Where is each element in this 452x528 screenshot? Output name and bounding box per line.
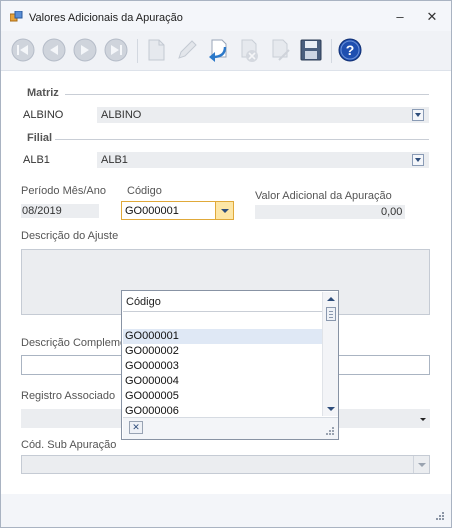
cancel-icon — [272, 39, 290, 61]
periodo-label: Período Mês/Ano — [21, 185, 106, 197]
filial-group-label: Filial — [27, 132, 53, 144]
edit-icon — [178, 40, 197, 59]
title-bar: Valores Adicionais da Apuração – ✕ — [1, 1, 451, 31]
undo-icon — [209, 39, 227, 62]
matriz-code: ALBINO — [23, 109, 64, 121]
toolbar: ? — [1, 31, 451, 71]
help-button[interactable]: ? — [336, 36, 364, 64]
matriz-group-label: Matriz — [27, 87, 59, 99]
list-item[interactable]: GO000004 — [123, 374, 322, 389]
filial-dropdown-icon[interactable] — [412, 154, 424, 166]
list-item[interactable]: GO000001 — [123, 329, 322, 344]
undo-button[interactable] — [204, 36, 232, 64]
cancel-button[interactable] — [266, 36, 294, 64]
svg-text:?: ? — [346, 42, 355, 58]
matriz-dropdown-icon[interactable] — [412, 109, 424, 121]
last-record-button[interactable] — [102, 36, 130, 64]
delete-icon — [241, 39, 258, 62]
cod-sub-apuracao-select[interactable] — [21, 455, 430, 474]
codigo-value: GO000001 — [125, 205, 179, 217]
list-item[interactable]: GO000005 — [123, 389, 322, 404]
periodo-value: 08/2019 — [22, 205, 62, 217]
filial-select[interactable] — [97, 152, 429, 168]
codigo-lookup-popup: Código GO000001 GO000002 GO000003 GO0000… — [121, 290, 339, 440]
matriz-select[interactable] — [97, 107, 429, 123]
cod-sub-apuracao-dropdown-button[interactable] — [413, 456, 429, 473]
minimize-button[interactable]: – — [389, 8, 411, 26]
delete-button[interactable] — [235, 36, 263, 64]
first-record-button[interactable] — [9, 36, 37, 64]
resize-grip-icon[interactable] — [326, 427, 335, 436]
descricao-ajuste-label: Descrição do Ajuste — [21, 230, 119, 242]
form-content: Matriz ALBINO ALBINO Filial ALB1 ALB1 Pe… — [1, 71, 451, 494]
status-bar — [1, 494, 451, 527]
matriz-name: ALBINO — [101, 109, 142, 121]
new-icon — [148, 39, 165, 61]
scroll-up-icon[interactable] — [325, 295, 337, 303]
codigo-popup-scrollbar[interactable] — [322, 292, 338, 416]
filial-group-line — [55, 139, 429, 140]
window-title: Valores Adicionais da Apuração — [29, 12, 183, 24]
previous-record-button[interactable] — [40, 36, 68, 64]
codigo-popup-filter-row[interactable] — [123, 313, 322, 327]
filial-code: ALB1 — [23, 154, 50, 166]
clear-icon[interactable]: ✕ — [129, 421, 143, 434]
scroll-down-icon[interactable] — [325, 405, 337, 413]
matriz-group-line — [65, 94, 429, 95]
valor-adicional-value: 0,00 — [381, 206, 403, 218]
close-button[interactable]: ✕ — [421, 8, 443, 26]
codigo-combobox[interactable]: GO000001 — [121, 201, 234, 220]
next-record-icon — [73, 38, 97, 62]
codigo-popup-list: GO000001 GO000002 GO000003 GO000004 GO00… — [123, 329, 322, 419]
window-resize-grip-icon[interactable] — [435, 511, 445, 521]
save-button[interactable] — [297, 36, 325, 64]
edit-button[interactable] — [173, 36, 201, 64]
list-item[interactable]: GO000002 — [123, 344, 322, 359]
valor-adicional-label: Valor Adicional da Apuração — [255, 190, 392, 202]
last-record-icon — [104, 38, 128, 62]
codigo-label: Código — [127, 185, 162, 197]
next-record-button[interactable] — [71, 36, 99, 64]
toolbar-separator-2 — [331, 39, 332, 63]
first-record-icon — [11, 38, 35, 62]
app-window: Valores Adicionais da Apuração – ✕ ? Mat… — [0, 0, 452, 528]
help-icon: ? — [338, 38, 362, 62]
filial-name: ALB1 — [101, 154, 128, 166]
registro-associado-label: Registro Associado — [21, 390, 116, 402]
codigo-dropdown-button[interactable] — [215, 202, 233, 219]
codigo-popup-header: Código — [123, 292, 322, 312]
previous-record-icon — [42, 38, 66, 62]
app-window-icon — [10, 11, 23, 22]
list-item[interactable]: GO000003 — [123, 359, 322, 374]
registro-associado-chevron-icon — [420, 418, 426, 421]
toolbar-separator — [137, 39, 138, 63]
chevron-down-icon — [418, 463, 426, 467]
cod-sub-apuracao-label: Cód. Sub Apuração — [21, 439, 117, 451]
save-icon — [300, 39, 322, 61]
codigo-popup-footer: ✕ — [123, 417, 338, 439]
chevron-down-icon — [221, 209, 229, 213]
scroll-thumb[interactable] — [326, 307, 336, 321]
new-button[interactable] — [142, 36, 170, 64]
